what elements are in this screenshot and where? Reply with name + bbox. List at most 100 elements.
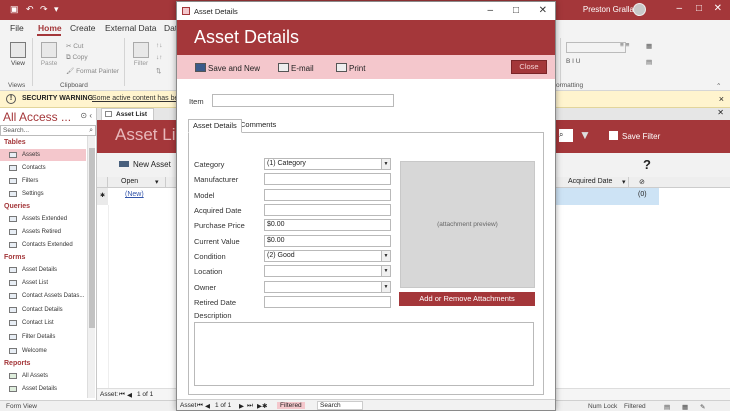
- category-select[interactable]: (1) Category ▼: [264, 158, 391, 170]
- nav-item-contact-details[interactable]: Contact Details: [0, 304, 86, 316]
- fill-button[interactable]: ▤: [646, 58, 652, 66]
- tab-asset-list[interactable]: Asset List: [101, 108, 155, 120]
- description-field[interactable]: [194, 322, 534, 386]
- security-warning-message[interactable]: Some active content has bee: [92, 95, 182, 102]
- acquired-date-field[interactable]: [264, 204, 391, 216]
- copy-button[interactable]: ⧉ Copy: [66, 54, 88, 62]
- filter-icon[interactable]: ▼: [579, 128, 591, 142]
- last-record-button[interactable]: ⏭: [247, 402, 253, 410]
- nav-item-assets[interactable]: Assets: [0, 149, 86, 161]
- collapse-ribbon-icon[interactable]: ⌃: [716, 82, 721, 90]
- owner-select[interactable]: ▼: [264, 281, 391, 293]
- model-field[interactable]: [264, 189, 391, 201]
- search-icon[interactable]: ⌕: [559, 129, 573, 142]
- location-select[interactable]: ▼: [264, 265, 391, 277]
- prev-record-button[interactable]: ◀: [205, 402, 210, 410]
- tab-comments[interactable]: Comments: [236, 119, 280, 133]
- nav-item-contact-list[interactable]: Contact List: [0, 317, 86, 329]
- design-view-icon[interactable]: ✎: [700, 403, 705, 411]
- cut-button[interactable]: ✂ Cut: [66, 42, 83, 50]
- nav-item-contacts[interactable]: Contacts: [0, 162, 86, 174]
- nav-group-reports[interactable]: Reports⌃: [4, 360, 91, 367]
- tab-create[interactable]: Create: [70, 23, 96, 33]
- close-document-button[interactable]: ✕: [717, 108, 724, 117]
- email-button[interactable]: E-mail: [278, 63, 314, 73]
- customize-icon[interactable]: ▾: [54, 4, 59, 15]
- current-value-field[interactable]: $0.00: [264, 235, 391, 247]
- nav-item-asset-details[interactable]: Asset Details: [0, 264, 86, 276]
- nav-item-asset-details-report[interactable]: Asset Details: [0, 383, 86, 395]
- row-selector-header[interactable]: [97, 177, 108, 188]
- maximize-button[interactable]: □: [513, 5, 519, 16]
- purchase-price-field[interactable]: $0.00: [264, 219, 391, 231]
- descending-button[interactable]: ↓↑: [156, 54, 163, 61]
- condition-select[interactable]: (2) Good ▼: [264, 250, 391, 262]
- manufacturer-field[interactable]: [264, 173, 391, 185]
- gridlines-button[interactable]: ▦: [646, 42, 652, 50]
- redo-icon[interactable]: ↷: [40, 4, 48, 15]
- chevron-down-icon[interactable]: ▾: [155, 178, 159, 186]
- nav-scrollbar[interactable]: [87, 136, 95, 398]
- first-record-button[interactable]: ⏮: [119, 391, 125, 399]
- prev-record-button[interactable]: ◀: [127, 391, 132, 399]
- nav-item-all-assets[interactable]: All Assets: [0, 370, 86, 382]
- tab-asset-details[interactable]: Asset Details: [188, 119, 242, 133]
- save-filter-button[interactable]: Save Filter: [609, 131, 660, 141]
- tab-external-data[interactable]: External Data: [105, 23, 157, 33]
- new-record-link[interactable]: (New): [125, 191, 144, 198]
- add-remove-attachments-button[interactable]: Add or Remove Attachments: [399, 292, 535, 306]
- maximize-button[interactable]: □: [696, 3, 702, 14]
- help-button[interactable]: ?: [643, 157, 651, 172]
- view-button[interactable]: View: [7, 42, 29, 67]
- new-record-indicator[interactable]: ✱: [97, 188, 108, 205]
- minimize-button[interactable]: –: [487, 5, 493, 16]
- record-position[interactable]: 1 of 1: [137, 391, 153, 398]
- close-app-button[interactable]: ✕: [714, 3, 722, 14]
- tab-home[interactable]: Home: [38, 23, 62, 33]
- chevron-down-icon[interactable]: ▾: [622, 178, 626, 186]
- nav-item-settings[interactable]: Settings: [0, 188, 86, 200]
- layout-view-icon[interactable]: ▦: [682, 403, 688, 411]
- nav-item-contact-assets-datasheet[interactable]: Contact Assets Datas...: [0, 290, 86, 302]
- filter-button[interactable]: Filter: [131, 42, 151, 67]
- nav-item-filters[interactable]: Filters: [0, 175, 86, 187]
- format-painter-button[interactable]: 🖌 Format Painter: [66, 67, 119, 75]
- filtered-toggle[interactable]: Filtered: [277, 402, 305, 409]
- ascending-button[interactable]: ↑↓: [156, 42, 163, 49]
- nav-item-asset-list[interactable]: Asset List: [0, 277, 86, 289]
- item-field[interactable]: [212, 94, 394, 107]
- chevron-down-icon[interactable]: ▼: [381, 282, 390, 292]
- record-position[interactable]: 1 of 1: [215, 402, 231, 409]
- print-button[interactable]: Print: [336, 63, 365, 73]
- font-name-select[interactable]: [566, 42, 626, 53]
- save-and-new-button[interactable]: Save and New: [195, 63, 260, 73]
- nav-group-tables[interactable]: Tables⌃: [4, 139, 91, 146]
- new-asset-button[interactable]: New Asset: [119, 160, 171, 169]
- nav-item-welcome[interactable]: Welcome: [0, 345, 86, 357]
- nav-search-input[interactable]: Search... ⌕: [0, 125, 96, 136]
- close-button[interactable]: Close: [511, 60, 547, 74]
- retired-date-field[interactable]: [264, 296, 391, 308]
- nav-item-assets-extended[interactable]: Assets Extended: [0, 213, 86, 225]
- close-dialog-button[interactable]: ✕: [539, 5, 547, 16]
- record-search-input[interactable]: Search: [317, 401, 363, 410]
- save-icon[interactable]: ▣: [10, 4, 19, 15]
- new-record-button[interactable]: ▶✱: [257, 402, 267, 410]
- chevron-down-icon[interactable]: ▼: [381, 159, 390, 169]
- nav-item-filter-details[interactable]: Filter Details: [0, 331, 86, 343]
- remove-sort-button[interactable]: ⇅: [156, 67, 161, 75]
- nav-group-forms[interactable]: Forms⌃: [4, 254, 91, 261]
- tab-file[interactable]: File: [10, 23, 24, 33]
- attachment-count[interactable]: (0): [638, 191, 647, 198]
- undo-icon[interactable]: ↶: [26, 4, 34, 15]
- avatar[interactable]: [633, 3, 646, 16]
- scrollbar-thumb[interactable]: [89, 148, 95, 328]
- chevron-down-icon[interactable]: ▼: [381, 251, 390, 261]
- user-name[interactable]: Preston Gralla: [583, 5, 634, 14]
- nav-pane-controls[interactable]: ⊙ ‹: [80, 111, 92, 120]
- minimize-button[interactable]: –: [676, 3, 682, 14]
- nav-item-contacts-extended[interactable]: Contacts Extended: [0, 239, 86, 251]
- bold-button[interactable]: B I U: [566, 58, 580, 65]
- chevron-down-icon[interactable]: ▼: [381, 266, 390, 276]
- align-buttons[interactable]: ≡ ≡: [620, 42, 629, 49]
